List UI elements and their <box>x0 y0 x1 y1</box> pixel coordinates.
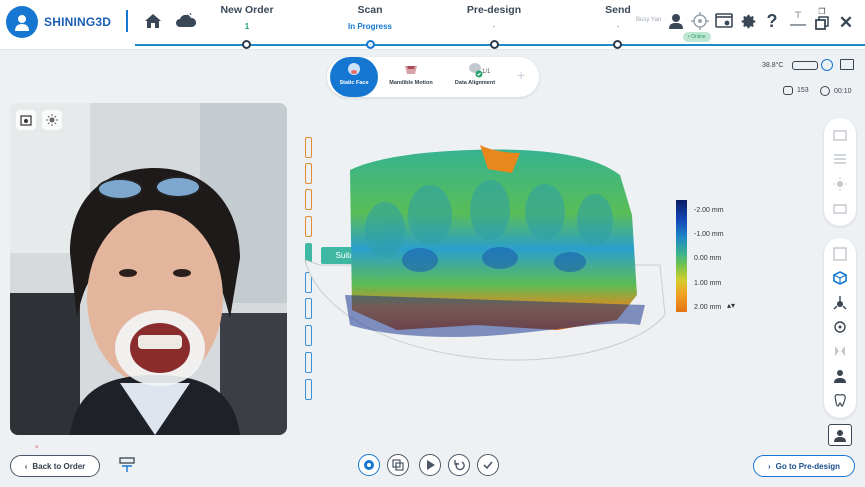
screenshot-icon[interactable] <box>832 200 848 216</box>
step-status: In Progress <box>347 22 392 31</box>
calibrate-tool-icon[interactable] <box>116 454 138 476</box>
step-status: - <box>492 22 496 31</box>
mode-label: Mandible Motion <box>389 80 433 86</box>
mirror-icon[interactable] <box>832 343 848 359</box>
chevron-left-icon: ‹ <box>24 461 28 471</box>
light-icon[interactable] <box>832 176 848 192</box>
step-title: Scan <box>357 4 383 16</box>
scanner-device-icon <box>792 61 818 70</box>
brand-logo: SHINING3D <box>6 6 111 38</box>
user-icon[interactable] <box>665 10 687 32</box>
snapshot-icon[interactable] <box>16 110 36 130</box>
step-title: Send <box>605 4 631 16</box>
timer-value: 00:10 <box>834 87 852 95</box>
scan-data-icon[interactable] <box>832 127 848 143</box>
axis-indicator: × <box>35 445 39 451</box>
alignment-count: 1/1 <box>482 69 491 75</box>
mode-label: Data Alignment <box>454 80 496 86</box>
scan-start-icon[interactable] <box>358 454 380 476</box>
scale-adjust-icon[interactable]: ▴▾ <box>727 301 735 310</box>
mode-static-face[interactable]: Static Face <box>330 57 378 97</box>
step-dot-scan <box>366 40 375 49</box>
step-dot-pre-design <box>490 40 499 49</box>
play-icon[interactable] <box>419 454 441 476</box>
timer-stat: 00:10 <box>820 86 852 96</box>
frame-stat: 153 <box>783 86 809 95</box>
tool-rail-top <box>824 118 856 226</box>
step-new-order[interactable]: New Order 1 <box>187 4 307 31</box>
axis-icon[interactable] <box>832 295 848 311</box>
monitor-icon[interactable] <box>840 59 854 70</box>
clock-icon <box>820 86 830 96</box>
scale-label: 0.00 mm <box>694 255 722 262</box>
model-list-icon[interactable] <box>832 151 848 167</box>
step-pre-design[interactable]: Pre-design - <box>434 4 554 31</box>
temperature-readout: 38.8°C <box>762 62 784 69</box>
scale-label: 1.00 mm <box>694 280 722 287</box>
tool-rail-bottom <box>824 238 856 418</box>
person-icon[interactable] <box>832 368 848 384</box>
deviation-scale <box>676 200 687 312</box>
logo-icon <box>6 6 38 38</box>
network-icon[interactable] <box>832 319 848 335</box>
step-scan[interactable]: Scan In Progress <box>310 4 430 31</box>
mode-data-alignment[interactable]: Data Alignment <box>445 57 505 97</box>
step-dot-send <box>613 40 622 49</box>
patient-view-icon[interactable] <box>828 424 852 446</box>
back-button-label: Back to Order <box>32 461 86 471</box>
calibration-icon[interactable] <box>821 59 833 71</box>
step-dot-new-order <box>242 40 251 49</box>
top-bar: SHINING3D New Order 1 Scan In Progress P… <box>0 0 865 50</box>
cube-icon[interactable] <box>832 270 848 286</box>
target-icon[interactable] <box>689 10 711 32</box>
confirm-icon[interactable] <box>477 454 499 476</box>
scan-mode-bar: Static Face Mandible Motion Data Alignme… <box>327 57 539 97</box>
step-title: Pre-design <box>466 4 522 16</box>
window-settings-icon[interactable] <box>713 10 735 32</box>
gear-icon[interactable] <box>737 10 759 32</box>
scale-label: 2.00 mm <box>694 304 722 311</box>
brightness-icon[interactable] <box>42 110 62 130</box>
brand-name: SHINING3D <box>44 15 112 29</box>
next-button-label: Go to Pre-design <box>775 461 841 471</box>
minimize-icon[interactable]: — <box>787 14 809 36</box>
divider <box>126 10 128 32</box>
frames-icon <box>783 86 793 95</box>
tooth-icon[interactable] <box>832 392 848 408</box>
mode-label: Static Face <box>339 80 369 86</box>
step-status: - <box>616 22 620 31</box>
add-mode-button[interactable]: + <box>517 67 525 83</box>
patient-face-image <box>10 103 287 435</box>
face-scan-icon[interactable] <box>832 246 848 262</box>
step-status: 1 <box>244 22 250 31</box>
scale-label: -1.00 mm <box>694 231 724 238</box>
restore-icon[interactable] <box>811 12 833 34</box>
frame-count: 153 <box>797 87 809 94</box>
chevron-right-icon: › <box>767 461 771 471</box>
close-icon[interactable]: ✕ <box>835 12 857 34</box>
back-to-order-button[interactable]: ‹ Back to Order <box>10 455 100 477</box>
user-name: Busy Yan <box>636 17 662 23</box>
dental-3d-model[interactable] <box>290 140 675 385</box>
online-badge: • Online <box>683 32 711 42</box>
overlay-icon[interactable] <box>387 454 409 476</box>
undo-icon[interactable] <box>448 454 470 476</box>
face-icon <box>343 60 365 80</box>
home-icon[interactable] <box>142 10 164 32</box>
jaw-motion-icon <box>400 60 422 80</box>
help-icon[interactable]: ? <box>761 10 783 32</box>
scale-label: -2.00 mm <box>694 207 724 214</box>
step-title: New Order <box>220 4 274 16</box>
camera-preview <box>10 103 287 435</box>
mode-mandible-motion[interactable]: Mandible Motion <box>387 57 435 97</box>
go-to-pre-design-button[interactable]: › Go to Pre-design <box>753 455 855 477</box>
